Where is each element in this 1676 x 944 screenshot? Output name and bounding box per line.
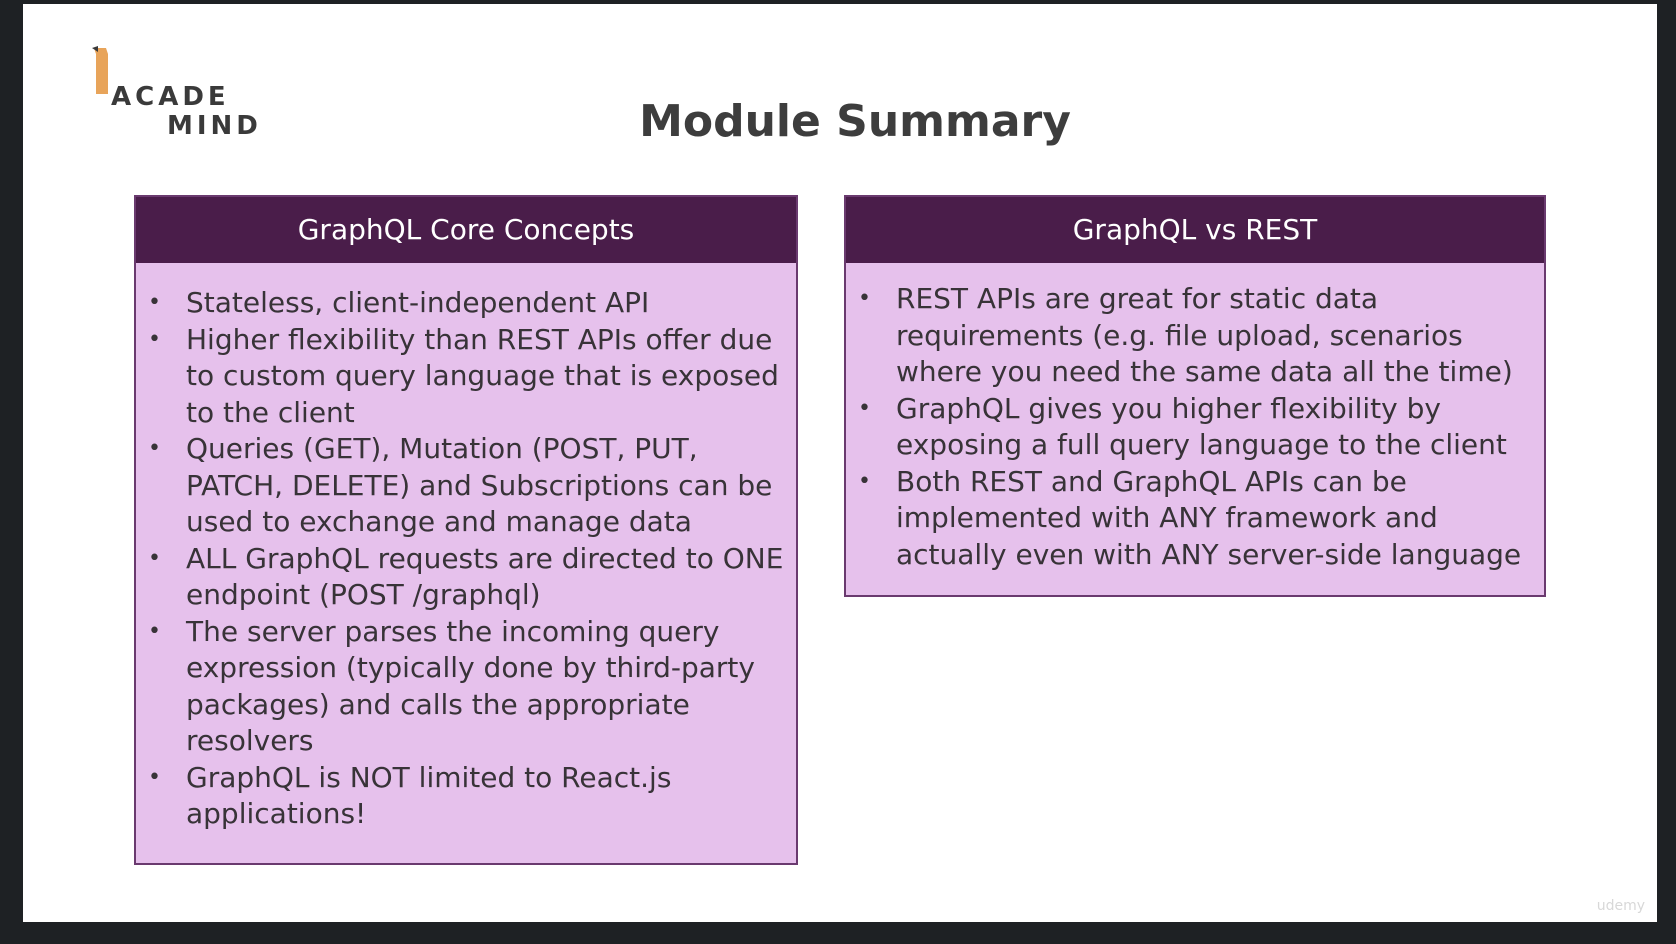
- list-item: • REST APIs are great for static data req…: [846, 281, 1544, 391]
- list-item-text: GraphQL gives you higher flexibility by …: [896, 391, 1507, 462]
- graphql-vs-rest-card: GraphQL vs REST • REST APIs are great for…: [844, 195, 1546, 597]
- list-item: • GraphQL gives you higher flexibility by…: [846, 391, 1544, 464]
- udemy-watermark: udemy: [1596, 898, 1645, 914]
- bullet-icon: •: [148, 764, 161, 790]
- bullet-icon: •: [148, 618, 161, 644]
- bullet-icon: •: [858, 468, 871, 494]
- slide-title-text: Module Summary: [639, 96, 1071, 147]
- core-concepts-card: GraphQL Core Concepts • Stateless, client…: [134, 195, 798, 865]
- list-item: • Higher flexibility than REST APIs offer…: [136, 322, 796, 432]
- graphql-vs-rest-header: GraphQL vs REST: [846, 197, 1544, 263]
- bullet-icon: •: [858, 286, 871, 311]
- list-item: • Queries (GET), Mutation (POST, PUT, PAT…: [136, 431, 796, 541]
- bullet-icon: •: [148, 326, 161, 352]
- list-item-text: GraphQL is NOT limited to React.js appli…: [186, 760, 672, 831]
- slide-title: Module Summary: [23, 96, 1657, 147]
- core-concepts-list: • Stateless, client-independent API • High…: [136, 285, 796, 833]
- core-concepts-header: GraphQL Core Concepts: [136, 197, 796, 263]
- video-frame: ACADE MIND Module Summary GraphQL Core C…: [0, 0, 1676, 944]
- list-item: • Stateless, client-independent API: [136, 285, 796, 322]
- list-item-text: Queries (GET), Mutation (POST, PUT, PATC…: [186, 432, 773, 538]
- list-item-text: Both REST and GraphQL APIs can be implem…: [896, 464, 1522, 571]
- list-item-text: REST APIs are great for static data requ…: [896, 282, 1513, 388]
- list-item: • The server parses the incoming query ex…: [136, 614, 796, 760]
- bullet-icon: •: [148, 545, 161, 571]
- bullet-icon: •: [858, 395, 871, 421]
- slide: ACADE MIND Module Summary GraphQL Core C…: [23, 4, 1657, 922]
- list-item-text: The server parses the incoming query exp…: [186, 614, 755, 758]
- logo-flag-icon: [92, 46, 108, 94]
- list-item: • Both REST and GraphQL APIs can be imple…: [846, 464, 1544, 574]
- list-item: • GraphQL is NOT limited to React.js appl…: [136, 760, 796, 833]
- core-concepts-body: • Stateless, client-independent API • High…: [136, 263, 796, 833]
- list-item-text: Higher flexibility than REST APIs offer …: [186, 322, 779, 429]
- bullet-icon: •: [148, 290, 161, 315]
- graphql-vs-rest-list: • REST APIs are great for static data req…: [846, 281, 1544, 573]
- list-item-text: Stateless, client-independent API: [186, 286, 650, 319]
- list-item: • ALL GraphQL requests are directed to ON…: [136, 541, 796, 614]
- bullet-icon: •: [148, 436, 161, 461]
- list-item-text: ALL GraphQL requests are directed to ONE…: [186, 541, 784, 612]
- graphql-vs-rest-body: • REST APIs are great for static data req…: [846, 263, 1544, 573]
